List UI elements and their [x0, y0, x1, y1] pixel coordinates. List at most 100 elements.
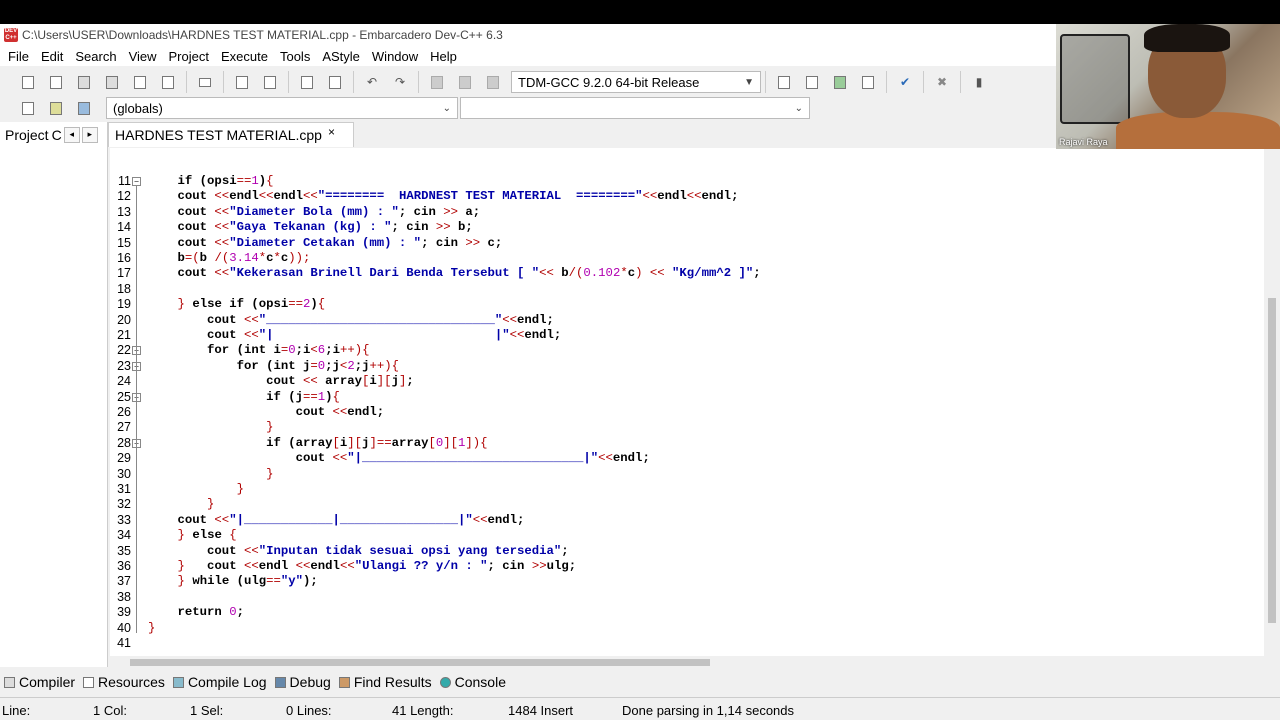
code-line[interactable]: 17 cout <<"Kekerasan Brinell Dari Benda … — [110, 266, 1264, 281]
menu-window[interactable]: Window — [366, 49, 424, 64]
vertical-scrollbar[interactable] — [1264, 148, 1280, 656]
fold-toggle-icon[interactable]: − — [132, 177, 141, 186]
code-line[interactable]: 24 cout << array[i][j]; — [110, 374, 1264, 389]
code-line[interactable]: 36 } cout <<endl <<endl<<"Ulangi ?? y/n … — [110, 559, 1264, 574]
code-line[interactable]: 41 — [110, 636, 1264, 651]
close-file-button[interactable] — [129, 71, 151, 93]
status-bar: Line: 1 Col: 1 Sel: 0 Lines: 41 Length: … — [0, 697, 1280, 720]
redo-button[interactable]: ↷ — [389, 71, 411, 93]
menu-execute[interactable]: Execute — [215, 49, 274, 64]
code-line[interactable]: 15 cout <<"Diameter Cetakan (mm) : "; ci… — [110, 236, 1264, 251]
profile-button[interactable]: ▮ — [968, 71, 990, 93]
code-line[interactable]: 14 cout <<"Gaya Tekanan (kg) : "; cin >>… — [110, 220, 1264, 235]
menu-view[interactable]: View — [123, 49, 163, 64]
code-line[interactable]: 38 — [110, 590, 1264, 605]
vertical-scroll-thumb[interactable] — [1268, 298, 1276, 623]
code-text: } cout <<endl <<endl<<"Ulangi ?? y/n : "… — [177, 559, 577, 573]
tab-compiler[interactable]: Compiler — [4, 674, 75, 690]
code-line[interactable]: 18 — [110, 282, 1264, 297]
code-line[interactable]: 37 } while (ulg=="y"); — [110, 574, 1264, 589]
member-select[interactable]: ⌄ — [460, 97, 810, 119]
code-line[interactable]: 13 cout <<"Diameter Bola (mm) : "; cin >… — [110, 205, 1264, 220]
replace-button[interactable] — [259, 71, 281, 93]
new-file-button[interactable] — [17, 71, 39, 93]
code-line[interactable]: 21 cout <<"| |"<<endl; — [110, 328, 1264, 343]
code-line[interactable]: 33 cout <<"|____________|_______________… — [110, 513, 1264, 528]
open-file-button[interactable] — [45, 71, 67, 93]
code-text: b=(b /(3.14*c*c)); — [148, 251, 311, 265]
menu-project[interactable]: Project — [163, 49, 215, 64]
menu-search[interactable]: Search — [69, 49, 122, 64]
code-line[interactable]: 29 cout <<"|____________________________… — [110, 451, 1264, 466]
tab-debug[interactable]: Debug — [274, 674, 331, 690]
unindent-button[interactable] — [454, 71, 476, 93]
code-text: cout <<"Diameter Bola (mm) : "; cin >> a… — [148, 204, 481, 219]
toolbar-separator — [418, 71, 419, 93]
tab-find-results[interactable]: Find Results — [338, 674, 432, 690]
tab-compile-log[interactable]: Compile Log — [172, 674, 267, 690]
status-line-label: Line: — [2, 703, 31, 718]
project-panel-tab[interactable]: Project C ◂ ▸ — [0, 122, 108, 147]
code-editor[interactable]: 11− if (opsi==1){12 cout <<endl<<endl<<"… — [110, 148, 1264, 656]
run-button[interactable] — [801, 71, 823, 93]
code-line[interactable]: 31 } — [110, 482, 1264, 497]
stop-button[interactable]: ✖ — [931, 71, 953, 93]
code-line[interactable]: 32 } — [110, 497, 1264, 512]
chevron-down-icon: ⌄ — [794, 102, 803, 114]
rebuild-all-button[interactable] — [857, 71, 879, 93]
editor-file-tab[interactable]: HARDNES TEST MATERIAL.cpp × — [108, 122, 354, 147]
bookmark-button[interactable] — [324, 71, 346, 93]
menu-edit[interactable]: Edit — [35, 49, 69, 64]
code-line[interactable]: 22− for (int i=0;i<6;i++){ — [110, 343, 1264, 358]
code-text: if (j==1){ — [266, 389, 340, 404]
compile-run-button[interactable] — [829, 71, 851, 93]
save-all-button[interactable] — [101, 71, 123, 93]
indent-button[interactable] — [426, 71, 448, 93]
class-browser-button[interactable] — [17, 97, 39, 119]
compile-button[interactable] — [773, 71, 795, 93]
code-line[interactable]: 25− if (j==1){ — [110, 390, 1264, 405]
classes-tab-label[interactable]: C — [52, 127, 62, 143]
tab-console[interactable]: Console — [439, 674, 506, 690]
code-line[interactable]: 16 b=(b /(3.14*c*c)); — [110, 251, 1264, 266]
scope-select-value: (globals) — [113, 100, 163, 116]
code-line[interactable]: 20 cout <<"_____________________________… — [110, 313, 1264, 328]
scope-select[interactable]: (globals) ⌄ — [106, 97, 458, 119]
save-button[interactable] — [73, 71, 95, 93]
code-line[interactable]: 11− if (opsi==1){ — [110, 174, 1264, 189]
tab-scroll-left-button[interactable]: ◂ — [63, 126, 80, 143]
code-line[interactable]: 28− if (array[i][j]==array[0][1]){ — [110, 436, 1264, 451]
menu-file[interactable]: File — [2, 49, 35, 64]
menu-astyle[interactable]: AStyle — [316, 49, 366, 64]
menu-tools[interactable]: Tools — [274, 49, 316, 64]
find-button[interactable] — [231, 71, 253, 93]
code-line[interactable]: 35 cout <<"Inputan tidak sesuai opsi yan… — [110, 544, 1264, 559]
undo-button[interactable]: ↶ — [361, 71, 383, 93]
horizontal-scroll-thumb[interactable] — [130, 659, 710, 666]
code-line[interactable]: 26 cout <<endl; — [110, 405, 1264, 420]
code-line[interactable]: 23− for (int j=0;j<2;j++){ — [110, 359, 1264, 374]
tab-resources[interactable]: Resources — [83, 674, 165, 690]
compiler-select[interactable]: TDM-GCC 9.2.0 64-bit Release ▼ — [511, 71, 761, 93]
toggle-comment-button[interactable] — [482, 71, 504, 93]
close-icon[interactable]: × — [328, 125, 335, 139]
print-button[interactable] — [194, 71, 216, 93]
code-line[interactable]: 39 return 0; — [110, 605, 1264, 620]
horizontal-scrollbar[interactable] — [110, 656, 1264, 668]
code-line[interactable]: 30 } — [110, 467, 1264, 482]
code-line[interactable]: 40} — [110, 621, 1264, 636]
syntax-check-button[interactable]: ✔ — [894, 71, 916, 93]
code-line[interactable]: 27 } — [110, 420, 1264, 435]
tab-scroll-right-button[interactable]: ▸ — [81, 126, 98, 143]
code-line[interactable]: 12 cout <<endl<<endl<<"======== HARDNEST… — [110, 189, 1264, 204]
menu-help[interactable]: Help — [424, 49, 463, 64]
close-all-button[interactable] — [157, 71, 179, 93]
goto-line-button[interactable] — [296, 71, 318, 93]
code-line[interactable]: 34 } else { — [110, 528, 1264, 543]
status-message: Done parsing in 1,14 seconds — [622, 703, 795, 718]
line-number: 22 — [117, 343, 131, 358]
code-line[interactable]: 19 } else if (opsi==2){ — [110, 297, 1264, 312]
line-number: 40 — [117, 620, 131, 635]
add-to-project-button[interactable] — [45, 97, 67, 119]
project-options-button[interactable] — [73, 97, 95, 119]
